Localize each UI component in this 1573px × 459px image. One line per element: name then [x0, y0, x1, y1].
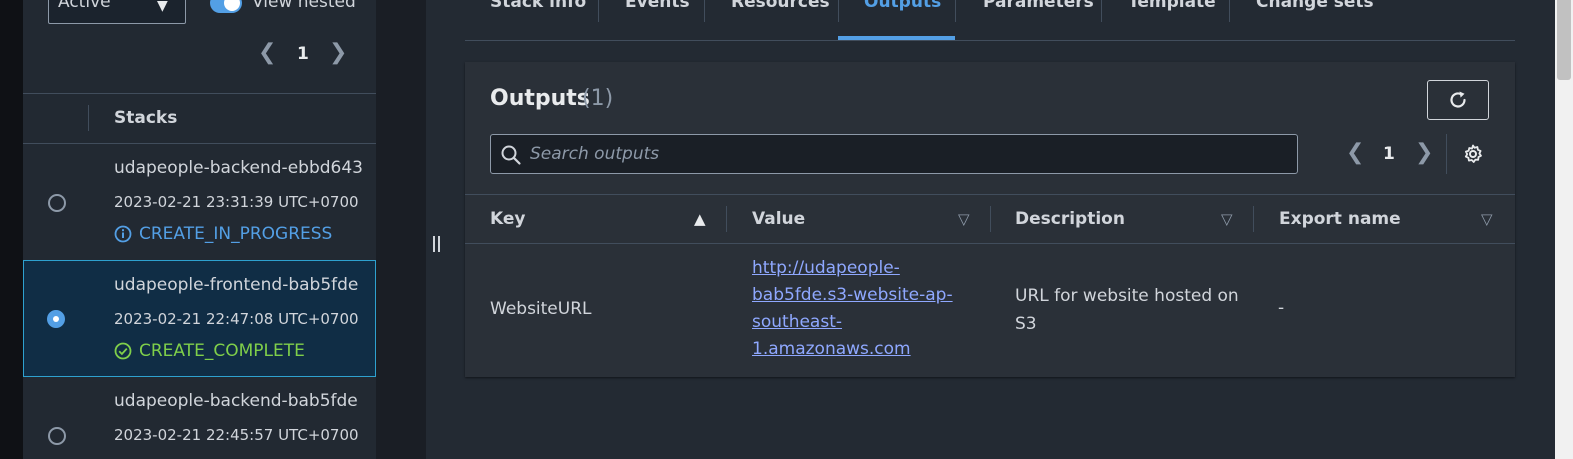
- tab-separator: [1229, 0, 1230, 22]
- gear-icon[interactable]: [1462, 143, 1484, 165]
- view-nested-label: View nested: [252, 0, 356, 12]
- tab-parameters[interactable]: Parameters: [983, 0, 1094, 12]
- tab-separator: [838, 0, 839, 22]
- output-value-line[interactable]: http://udapeople-: [752, 255, 972, 282]
- sort-icon[interactable]: ▽: [1221, 210, 1233, 228]
- search-placeholder: Search outputs: [530, 144, 660, 164]
- stack-created-time: 2023-02-21 22:47:08 UTC+0700: [114, 310, 359, 328]
- stack-name[interactable]: udapeople-frontend-bab5fde: [114, 275, 358, 295]
- sort-ascending-icon[interactable]: ▲: [694, 210, 706, 228]
- column-separator: [88, 105, 89, 131]
- outputs-page-number[interactable]: 1: [1383, 144, 1395, 164]
- resize-handle-icon[interactable]: [432, 235, 442, 253]
- tab-template[interactable]: Template: [1128, 0, 1216, 12]
- tab-change-sets[interactable]: Change sets: [1256, 0, 1374, 12]
- output-value-link[interactable]: http://udapeople- bab5fde.s3-website-ap-…: [752, 255, 972, 363]
- tab-stack-info[interactable]: Stack info: [490, 0, 586, 12]
- left-edge-strip: [0, 0, 23, 459]
- chevron-right-icon[interactable]: ❯: [329, 40, 347, 65]
- tab-outputs[interactable]: Outputs: [864, 0, 941, 12]
- output-export-name: -: [1278, 298, 1285, 318]
- column-header-description[interactable]: Description: [1015, 209, 1125, 229]
- refresh-icon: [1447, 89, 1469, 111]
- outputs-count: (1): [582, 86, 614, 111]
- stack-name[interactable]: udapeople-backend-bab5fde: [114, 391, 358, 411]
- chevron-left-icon[interactable]: ❮: [1346, 140, 1364, 165]
- output-description-line: S3: [1015, 314, 1037, 334]
- chevron-left-icon[interactable]: ❮: [258, 40, 276, 65]
- output-value-line[interactable]: 1.amazonaws.com: [752, 336, 972, 363]
- divider: [465, 194, 1515, 195]
- tab-separator: [704, 0, 705, 22]
- panel-gap: [376, 0, 426, 459]
- tab-separator: [598, 0, 599, 22]
- stack-status: CREATE_COMPLETE: [139, 341, 305, 361]
- tab-separator: [1101, 0, 1102, 22]
- stack-radio[interactable]: [48, 427, 66, 445]
- outputs-title: Outputs: [490, 86, 590, 111]
- pager-separator: [1446, 134, 1447, 174]
- chevron-right-icon[interactable]: ❯: [1415, 140, 1433, 165]
- divider: [465, 243, 1515, 244]
- column-separator: [1253, 206, 1254, 232]
- column-header-export-name[interactable]: Export name: [1279, 209, 1401, 229]
- tab-events[interactable]: Events: [625, 0, 690, 12]
- output-description-line: URL for website hosted on: [1015, 286, 1239, 306]
- stack-radio[interactable]: [48, 194, 66, 212]
- stack-name[interactable]: udapeople-backend-ebbd643: [114, 158, 363, 178]
- column-header-value[interactable]: Value: [752, 209, 805, 229]
- check-circle-icon: [114, 342, 132, 360]
- status-filter-value: Active: [58, 0, 111, 12]
- column-header-key[interactable]: Key: [490, 209, 526, 229]
- stack-created-time: 2023-02-21 22:45:57 UTC+0700: [114, 426, 359, 444]
- sort-icon[interactable]: ▽: [1481, 210, 1493, 228]
- output-description: URL for website hosted on S3: [1015, 282, 1245, 338]
- stacks-column-header[interactable]: Stacks: [114, 108, 177, 128]
- caret-down-icon: ▼: [157, 0, 168, 14]
- output-key: WebsiteURL: [490, 299, 592, 319]
- column-separator: [726, 206, 727, 232]
- sort-icon[interactable]: ▽: [958, 210, 970, 228]
- output-value-line[interactable]: southeast-: [752, 309, 972, 336]
- tabs-divider: [465, 40, 1515, 41]
- tab-separator: [955, 0, 956, 22]
- search-icon: [500, 144, 522, 166]
- divider: [23, 93, 376, 94]
- tab-resources[interactable]: Resources: [731, 0, 830, 12]
- column-separator: [990, 206, 991, 232]
- scrollbar-thumb[interactable]: [1557, 0, 1571, 80]
- stack-status: CREATE_IN_PROGRESS: [139, 224, 333, 244]
- output-value-line[interactable]: bab5fde.s3-website-ap-: [752, 282, 972, 309]
- stack-created-time: 2023-02-21 23:31:39 UTC+0700: [114, 193, 359, 211]
- radio-dot: [53, 316, 59, 322]
- info-icon: [114, 225, 132, 243]
- stacks-page-number[interactable]: 1: [297, 44, 309, 64]
